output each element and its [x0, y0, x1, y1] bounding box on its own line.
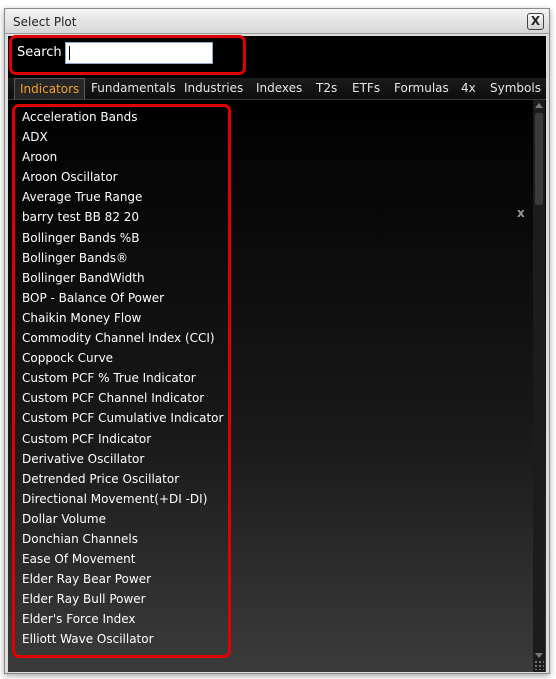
category-tabs: Indicators Fundamentals Industries Index…: [8, 78, 546, 100]
list-item[interactable]: Custom PCF Cumulative Indicator: [19, 408, 229, 428]
list-item[interactable]: Directional Movement(+DI -DI): [19, 489, 229, 509]
tab-etfs[interactable]: ETFs: [352, 78, 380, 99]
list-item[interactable]: Average True Range: [19, 187, 229, 207]
tab-industries[interactable]: Industries: [184, 78, 243, 99]
list-item[interactable]: Chaikin Money Flow: [19, 308, 229, 328]
delete-custom-indicator-button[interactable]: x: [517, 206, 525, 220]
tab-symbols[interactable]: Symbols: [490, 78, 541, 99]
indicator-list: Acceleration Bands ADX Aroon Aroon Oscil…: [19, 107, 229, 650]
list-item[interactable]: ADX: [19, 127, 229, 147]
text-caret: [69, 46, 70, 60]
tab-4x[interactable]: 4x: [461, 78, 476, 99]
vertical-scrollbar[interactable]: [533, 100, 545, 672]
list-item[interactable]: Donchian Channels: [19, 529, 229, 549]
list-item[interactable]: Bollinger Bands®: [19, 248, 229, 268]
indicator-list-area: Acceleration Bands ADX Aroon Aroon Oscil…: [8, 100, 546, 672]
tab-indicators[interactable]: Indicators: [14, 78, 86, 99]
list-item[interactable]: Coppock Curve: [19, 348, 229, 368]
search-row: Search: [8, 36, 546, 78]
select-plot-dialog: Select Plot X Search Indicators Fundamen…: [4, 8, 550, 674]
list-item[interactable]: Elder Ray Bull Power: [19, 589, 229, 609]
list-item[interactable]: Aroon Oscillator: [19, 167, 229, 187]
dialog-title: Select Plot: [13, 15, 77, 29]
list-item[interactable]: Custom PCF Indicator: [19, 429, 229, 449]
resize-grip-icon[interactable]: [534, 660, 544, 670]
list-item[interactable]: BOP - Balance Of Power: [19, 288, 229, 308]
tab-indexes[interactable]: Indexes: [256, 78, 302, 99]
search-input[interactable]: [65, 42, 213, 64]
plot-panel: Search Indicators Fundamentals Industrie…: [8, 36, 546, 672]
list-item[interactable]: Custom PCF % True Indicator: [19, 368, 229, 388]
list-item[interactable]: Detrended Price Oscillator: [19, 469, 229, 489]
close-icon: X: [530, 14, 541, 28]
list-item[interactable]: Custom PCF Channel Indicator: [19, 388, 229, 408]
list-item[interactable]: Elliott Wave Oscillator: [19, 629, 229, 649]
list-item[interactable]: Bollinger Bands %B: [19, 228, 229, 248]
list-item[interactable]: Aroon: [19, 147, 229, 167]
list-item[interactable]: Elder's Force Index: [19, 609, 229, 629]
close-button[interactable]: X: [527, 13, 544, 30]
tab-fundamentals[interactable]: Fundamentals: [91, 78, 176, 99]
list-item[interactable]: Bollinger BandWidth: [19, 268, 229, 288]
arrow-down-icon[interactable]: [535, 653, 543, 658]
list-item[interactable]: Elder Ray Bear Power: [19, 569, 229, 589]
tab-t2s[interactable]: T2s: [316, 78, 337, 99]
title-bar[interactable]: Select Plot X: [5, 9, 549, 34]
scrollbar-thumb[interactable]: [535, 113, 543, 205]
list-item[interactable]: Dollar Volume: [19, 509, 229, 529]
list-item[interactable]: barry test BB 82 20: [19, 207, 229, 227]
arrow-up-icon[interactable]: [535, 103, 543, 108]
list-item[interactable]: Derivative Oscillator: [19, 449, 229, 469]
list-item[interactable]: Ease Of Movement: [19, 549, 229, 569]
list-item[interactable]: Acceleration Bands: [19, 107, 229, 127]
tab-formulas[interactable]: Formulas: [394, 78, 449, 99]
list-item[interactable]: Commodity Channel Index (CCI): [19, 328, 229, 348]
search-label: Search: [17, 45, 62, 60]
